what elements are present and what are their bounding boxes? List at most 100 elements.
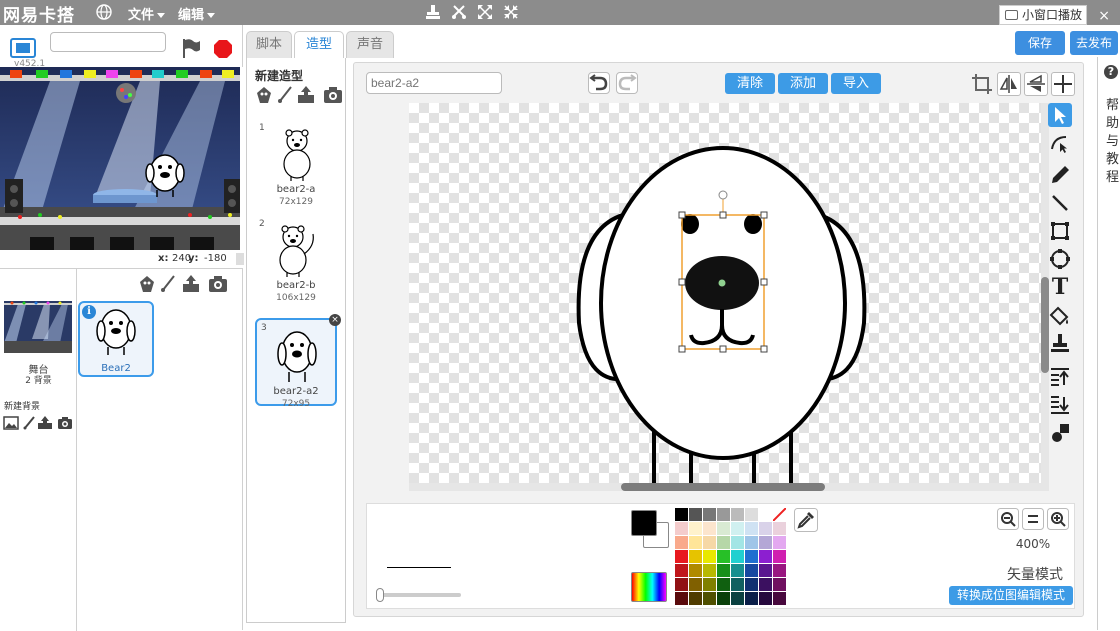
slider-knob[interactable] <box>376 588 384 602</box>
delete-icon[interactable]: × <box>329 314 341 326</box>
publish-button[interactable]: 去发布 <box>1070 31 1118 55</box>
color-swatch[interactable] <box>759 536 772 549</box>
globe-icon[interactable] <box>96 4 112 20</box>
project-title-input[interactable] <box>50 32 166 52</box>
color-swatch[interactable] <box>745 536 758 549</box>
color-swatch[interactable] <box>703 578 716 591</box>
color-swatch[interactable] <box>731 564 744 577</box>
close-icon[interactable]: × <box>1098 7 1110 25</box>
camera-icon[interactable] <box>208 275 228 293</box>
color-swatch[interactable] <box>773 550 786 563</box>
set-center-button[interactable] <box>1051 72 1075 96</box>
upload-icon[interactable] <box>37 416 55 430</box>
stop-icon[interactable] <box>213 39 233 59</box>
add-button[interactable]: 添加 <box>778 73 828 94</box>
fill-tool[interactable] <box>1048 305 1072 329</box>
zoom-in-icon[interactable] <box>1047 508 1069 530</box>
menu-file[interactable]: 文件 <box>128 4 166 23</box>
select-tool[interactable] <box>1048 103 1072 127</box>
color-swatch[interactable] <box>745 550 758 563</box>
zoom-out-icon[interactable] <box>997 508 1019 530</box>
color-swatch[interactable] <box>717 564 730 577</box>
save-button[interactable]: 保存 <box>1015 31 1065 55</box>
send-backward-tool[interactable] <box>1048 393 1072 417</box>
collapse-stage-toggle[interactable] <box>236 253 244 265</box>
horizontal-scrollbar[interactable] <box>409 483 1041 491</box>
color-swatch[interactable] <box>745 522 758 535</box>
costume-library-icon[interactable] <box>255 86 273 104</box>
small-window-button[interactable]: 小窗口播放 × <box>999 5 1110 25</box>
color-swatch[interactable] <box>689 564 702 577</box>
flip-horizontal-button[interactable] <box>997 72 1021 96</box>
primary-color-swatch[interactable] <box>631 510 657 536</box>
redo-button[interactable] <box>616 72 638 94</box>
color-swatch[interactable] <box>703 564 716 577</box>
upload-icon[interactable] <box>182 275 202 293</box>
cut-icon[interactable] <box>450 3 468 21</box>
eyedropper-button[interactable] <box>794 508 818 532</box>
import-button[interactable]: 导入 <box>831 73 881 94</box>
stage-canvas[interactable] <box>0 67 240 250</box>
tab-sounds[interactable]: 声音 <box>346 31 394 58</box>
color-swatch[interactable] <box>717 550 730 563</box>
color-swatch[interactable] <box>675 550 688 563</box>
color-swatch[interactable] <box>675 522 688 535</box>
menu-edit[interactable]: 编辑 <box>178 4 216 23</box>
color-swatch[interactable] <box>745 578 758 591</box>
color-swatch[interactable] <box>689 508 702 521</box>
color-swatch[interactable] <box>689 550 702 563</box>
color-swatch[interactable] <box>675 592 688 605</box>
color-swatch[interactable] <box>703 536 716 549</box>
color-swatch[interactable] <box>773 522 786 535</box>
flip-vertical-button[interactable] <box>1024 72 1048 96</box>
drawing-canvas[interactable] <box>409 103 1041 491</box>
tab-costumes[interactable]: 造型 <box>294 31 344 59</box>
bring-forward-tool[interactable] <box>1048 365 1072 389</box>
upload-icon[interactable] <box>297 86 317 104</box>
color-swatch[interactable] <box>731 550 744 563</box>
paint-brush-icon[interactable] <box>22 416 36 430</box>
costume-item[interactable]: 2 bear2-b 106x129 <box>255 216 337 304</box>
camera-icon[interactable] <box>57 416 73 430</box>
group-tool[interactable] <box>1048 421 1072 445</box>
color-swatch[interactable] <box>759 578 772 591</box>
line-tool[interactable] <box>1048 191 1072 215</box>
convert-to-bitmap-button[interactable]: 转换成位图编辑模式 <box>949 586 1073 605</box>
color-swatch[interactable] <box>675 536 688 549</box>
color-swatch[interactable] <box>703 550 716 563</box>
tab-scripts[interactable]: 脚本 <box>246 31 292 58</box>
zoom-reset-icon[interactable] <box>1022 508 1044 530</box>
color-swatch[interactable] <box>717 536 730 549</box>
fullscreen-icon[interactable] <box>10 38 36 58</box>
color-swatch[interactable] <box>703 522 716 535</box>
grow-icon[interactable] <box>476 3 494 21</box>
horizontal-scroll-thumb[interactable] <box>621 483 825 491</box>
camera-icon[interactable] <box>323 86 343 104</box>
clear-button[interactable]: 清除 <box>725 73 775 94</box>
color-swatch[interactable] <box>731 508 744 521</box>
color-swatch[interactable] <box>773 592 786 605</box>
color-swatch[interactable] <box>717 522 730 535</box>
undo-button[interactable] <box>588 72 610 94</box>
paint-brush-icon[interactable] <box>160 275 176 293</box>
color-swatch[interactable] <box>703 592 716 605</box>
paint-brush-icon[interactable] <box>277 86 293 104</box>
color-swatch[interactable] <box>773 564 786 577</box>
crop-icon[interactable] <box>970 72 994 96</box>
ellipse-tool[interactable] <box>1048 247 1072 271</box>
stamp-icon[interactable] <box>424 3 442 21</box>
image-library-icon[interactable] <box>3 416 19 430</box>
color-swatch[interactable] <box>675 578 688 591</box>
color-swatch[interactable] <box>689 578 702 591</box>
color-swatch[interactable] <box>675 508 688 521</box>
color-swatch[interactable] <box>689 522 702 535</box>
costume-item[interactable]: 1 bear2-a 72x129 <box>255 120 337 208</box>
rectangle-tool[interactable] <box>1048 219 1072 243</box>
pencil-tool[interactable] <box>1048 163 1072 187</box>
color-swatch[interactable] <box>759 550 772 563</box>
shrink-icon[interactable] <box>502 3 520 21</box>
color-swatch[interactable] <box>745 564 758 577</box>
help-icon[interactable]: ? <box>1104 65 1118 79</box>
stamp-tool[interactable] <box>1048 331 1072 355</box>
sprite-tile-bear2[interactable]: i Bear2 <box>78 301 154 377</box>
